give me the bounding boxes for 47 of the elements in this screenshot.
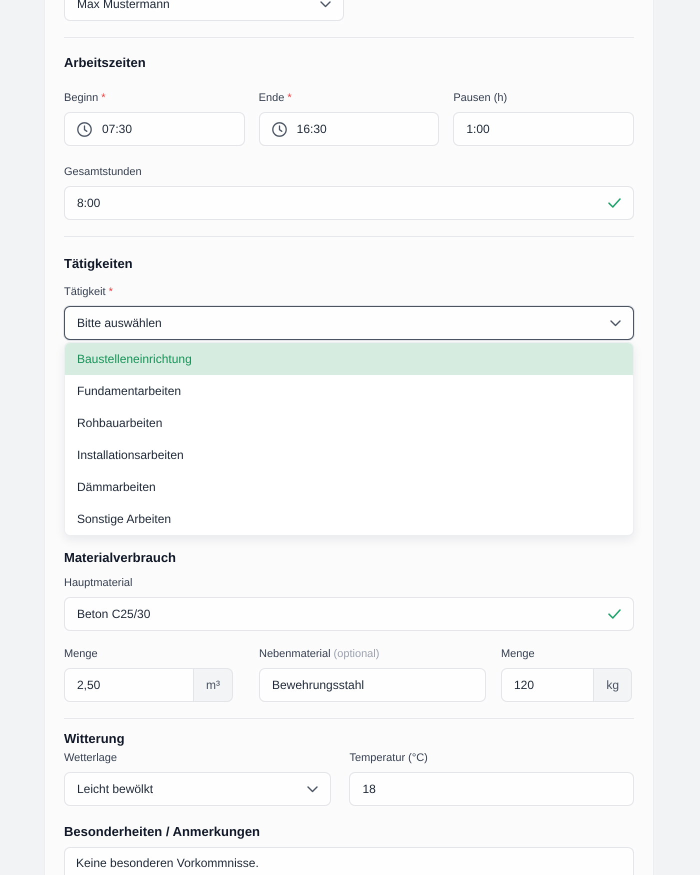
check-icon: [608, 198, 621, 208]
section-heading: Materialverbrauch: [64, 550, 177, 566]
field-label: Pausen (h): [453, 92, 508, 104]
dropdown-option[interactable]: Dämmarbeiten: [65, 471, 633, 503]
dropdown-option[interactable]: Rohbauarbeiten: [65, 407, 633, 439]
required-mark: *: [287, 92, 292, 104]
select-field[interactable]: Bitte auswählen: [64, 306, 634, 340]
section-heading: Arbeitszeiten: [64, 55, 147, 71]
optional-hint: (optional): [334, 648, 380, 660]
chevron-down-icon: [610, 320, 621, 326]
field-label: Beginn: [64, 92, 98, 104]
field-label: Wetterlage: [64, 752, 117, 764]
required-mark: *: [101, 92, 106, 104]
input-field[interactable]: 18: [349, 772, 634, 806]
field-label: Gesamtstunden: [64, 166, 142, 178]
chevron-down-icon: [307, 786, 318, 792]
input-field[interactable]: 120: [501, 668, 594, 702]
dropdown-option[interactable]: Installationsarbeiten: [65, 439, 633, 471]
section-heading: Tätigkeiten: [64, 256, 134, 272]
field-label: Nebenmaterial: [259, 648, 331, 660]
dropdown-option[interactable]: Sonstige Arbeiten: [65, 503, 633, 535]
notes-textarea[interactable]: Keine besonderen Vorkommnisse.: [64, 847, 634, 875]
clock-icon: [272, 122, 287, 136]
unit-label: m³: [194, 668, 233, 702]
check-icon: [608, 609, 621, 619]
time-field[interactable]: 07:30: [64, 112, 245, 146]
select-field[interactable]: Leicht bewölkt: [64, 772, 332, 806]
field-label: Temperatur (°C): [349, 752, 428, 764]
field-label: Menge: [501, 648, 535, 660]
input-field[interactable]: 1:00: [453, 112, 634, 146]
chevron-down-icon: [320, 0, 331, 8]
field-label: Menge: [64, 648, 98, 660]
input-field[interactable]: Bewehrungsstahl: [259, 668, 486, 702]
input-field[interactable]: 8:00: [64, 186, 634, 220]
time-field[interactable]: 16:30: [258, 112, 440, 146]
unit-label: kg: [594, 668, 632, 702]
field-label: Tätigkeit: [64, 286, 106, 298]
field-label: Hauptmaterial: [64, 577, 132, 589]
select-field[interactable]: Max Mustermann: [64, 0, 344, 21]
section-heading: Besonderheiten / Anmerkungen: [64, 824, 261, 840]
input-field[interactable]: Beton C25/30: [64, 597, 634, 631]
section-heading: Witterung: [64, 731, 126, 747]
dropdown-option[interactable]: Fundamentarbeiten: [65, 375, 633, 407]
clock-icon: [77, 122, 92, 136]
input-field[interactable]: 2,50: [64, 668, 194, 702]
required-mark: *: [108, 286, 113, 298]
field-label: Ende: [258, 92, 284, 104]
